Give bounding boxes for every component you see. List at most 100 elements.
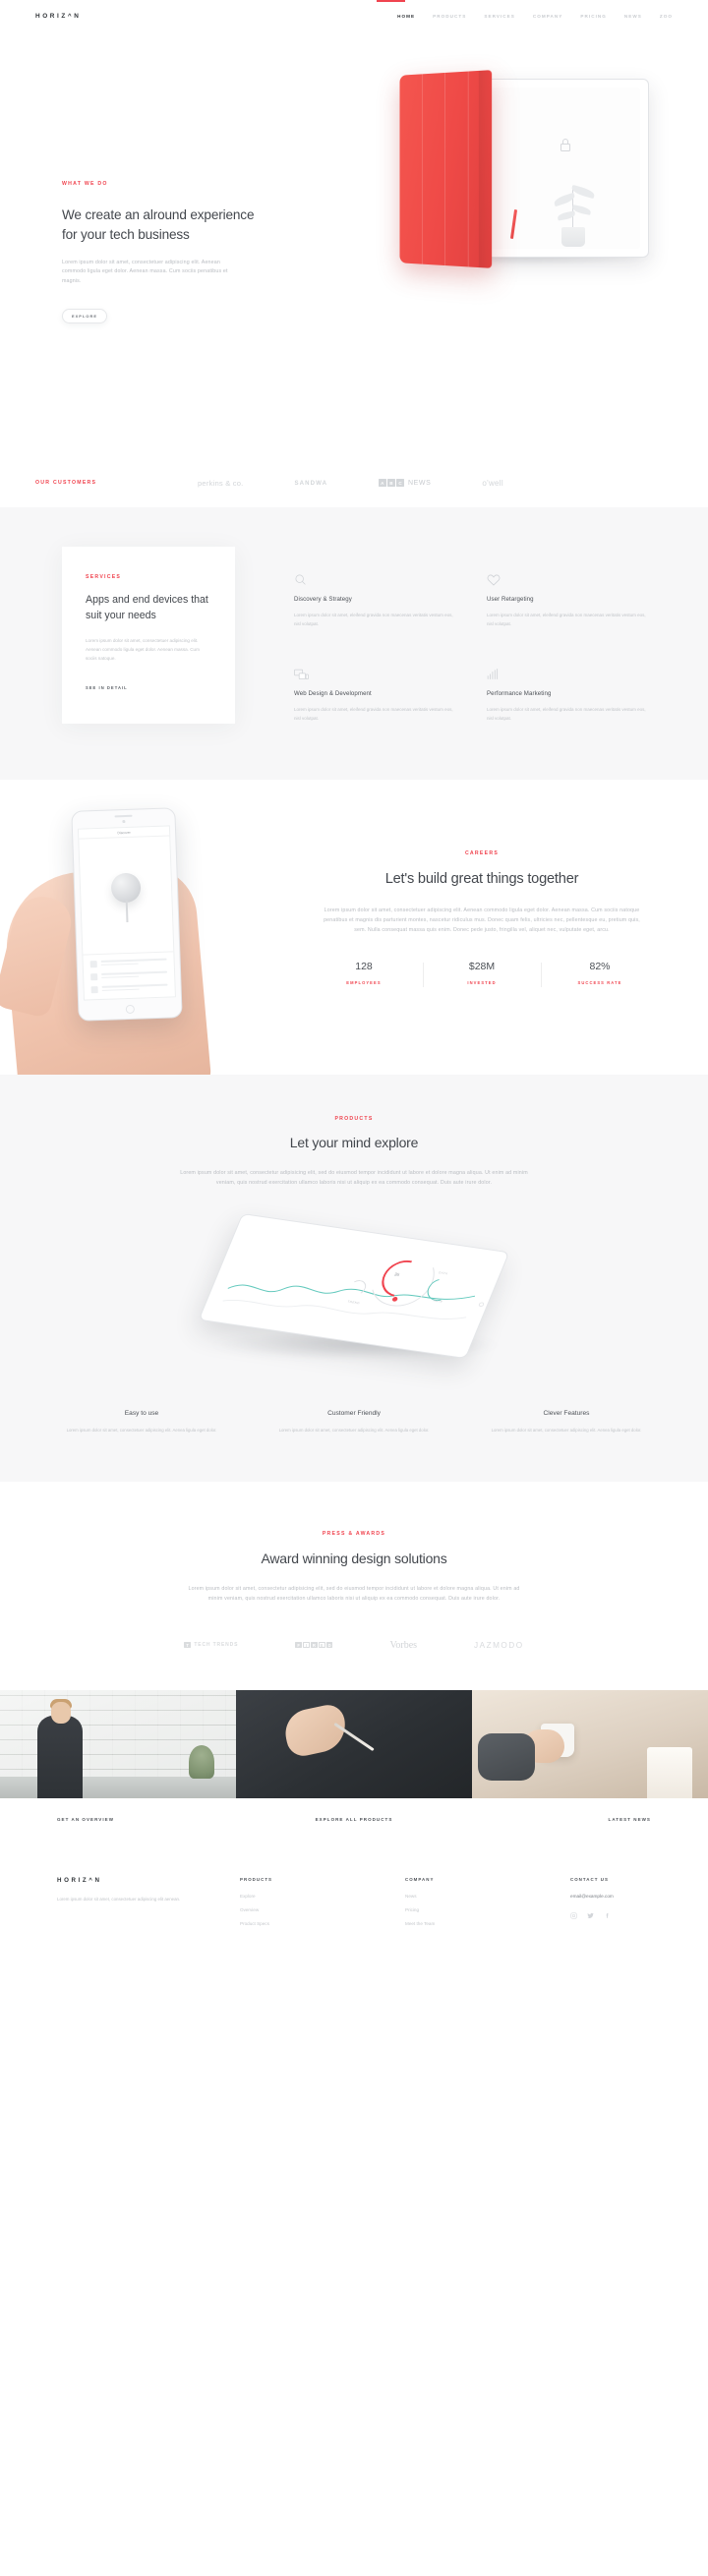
fired-letter: F: [295, 1641, 302, 1649]
stat-value: 128: [355, 961, 373, 973]
hero-tablet-illustration: [385, 70, 680, 268]
hero-eyebrow: WHAT WE DO: [62, 181, 108, 187]
services-grid: Discovery & Strategy Lorem ipsum dolor s…: [235, 552, 646, 729]
footer-brand: HORIZ^N Lorem ipsum dolor sit amet, cons…: [57, 1877, 240, 1935]
service-item-webdesign: Web Design & Development Lorem ipsum dol…: [294, 668, 453, 729]
feature-easy-to-use: Easy to use Lorem ipsum dolor sit amet, …: [35, 1410, 248, 1434]
product-features-row: Easy to use Lorem ipsum dolor sit amet, …: [0, 1410, 708, 1434]
nav-item-home[interactable]: HOME: [397, 14, 415, 19]
award-logo-row: T TECH TRENDS F I R E D Vorbes JAZMODO: [0, 1640, 708, 1651]
phone-product-image: [110, 872, 142, 904]
tablet-screen: [491, 88, 640, 249]
footer-column-contact: CONTACT US email@example.com: [570, 1877, 614, 1935]
services-paragraph: Lorem ipsum dolor sit amet, consectetuer…: [86, 638, 200, 662]
services-eyebrow: SERVICES: [86, 574, 122, 580]
service-text: Lorem ipsum dolor sit amet, eleifend gra…: [487, 613, 646, 626]
nav-item-services[interactable]: SERVICES: [484, 14, 515, 19]
cta-explore-all-products[interactable]: EXPLORE ALL PRODUCTS: [255, 1817, 452, 1822]
footer-link-pricing[interactable]: Pricing: [405, 1907, 570, 1912]
customers-section: OUR CUSTOMERS perkins & co. SANDWA A B C…: [0, 458, 708, 507]
service-title: Discovery & Strategy: [294, 596, 352, 603]
feature-customer-friendly: Customer Friendly Lorem ipsum dolor sit …: [248, 1410, 460, 1434]
phone-device: Discover: [71, 807, 183, 1022]
photo-workshop[interactable]: [0, 1689, 236, 1798]
careers-paragraph: Lorem ipsum dolor sit amet, consectetuer…: [324, 907, 640, 933]
footer-logo[interactable]: HORIZ^N: [57, 1877, 240, 1884]
stat-success-rate: 82% SUCCESS RATE: [541, 961, 659, 988]
nav-item-zoo[interactable]: ZOO: [660, 14, 673, 19]
stat-label: SUCCESS RATE: [577, 980, 622, 986]
careers-section: Discover CAREERS Let's build great thing…: [0, 780, 708, 1076]
careers-heading: Let's build great things together: [384, 871, 579, 888]
press-awards-section: PRESS & AWARDS Award winning design solu…: [0, 1482, 708, 1690]
customer-logo-list: perkins & co. SANDWA A B C NEWS o'well: [198, 479, 503, 488]
products-paragraph: Lorem ipsum dolor sit amet, consectetur …: [180, 1170, 528, 1186]
facebook-icon[interactable]: [604, 1912, 611, 1919]
footer-link-overview[interactable]: Overview: [240, 1907, 405, 1912]
site-logo[interactable]: HORIZ^N: [35, 13, 81, 20]
tech-trends-mark: T: [184, 1641, 191, 1649]
twitter-icon[interactable]: [587, 1912, 594, 1919]
social-links: [570, 1911, 614, 1919]
abc-letter-c: C: [396, 479, 404, 487]
photo-coffee[interactable]: [472, 1689, 708, 1798]
products-eyebrow: PRODUCTS: [334, 1116, 374, 1123]
cta-get-an-overview[interactable]: GET AN OVERVIEW: [35, 1817, 255, 1822]
footer-link-list: News Pricing Meet the Team: [405, 1894, 570, 1926]
services-card: SERVICES Apps and end devices that suit …: [62, 547, 235, 725]
press-heading: Award winning design solutions: [261, 1551, 447, 1567]
award-logo-tech-trends: T TECH TRENDS: [184, 1641, 238, 1649]
nav-item-pricing[interactable]: PRICING: [580, 14, 607, 19]
stat-employees: 128 EMPLOYEES: [305, 961, 423, 985]
explore-button[interactable]: EXPLORE: [62, 309, 107, 324]
award-logo-jazmodo: JAZMODO: [474, 1640, 524, 1650]
customer-logo-owell: o'well: [482, 478, 503, 488]
top-bar: HORIZ^N HOME PRODUCTS SERVICES COMPANY P…: [0, 0, 708, 26]
nav-item-company[interactable]: COMPANY: [533, 14, 563, 19]
fired-letter: R: [311, 1641, 318, 1649]
stat-value: $28M: [468, 961, 496, 973]
feature-clever-features: Clever Features Lorem ipsum dolor sit am…: [460, 1410, 673, 1434]
nav-item-news[interactable]: NEWS: [624, 14, 642, 19]
award-logo-fired: F I R E D: [295, 1641, 333, 1649]
footer-link-news[interactable]: News: [405, 1894, 570, 1899]
cta-row: GET AN OVERVIEW EXPLORE ALL PRODUCTS LAT…: [0, 1798, 708, 1842]
footer-email[interactable]: email@example.com: [570, 1894, 614, 1899]
phone-list-item: [90, 984, 168, 994]
tablet-cover: [399, 70, 493, 268]
press-eyebrow: PRESS & AWARDS: [322, 1531, 386, 1538]
customer-logo-sandwa: SANDWA: [294, 479, 328, 487]
lock-icon: [560, 139, 570, 151]
footer-link-meet-the-team[interactable]: Meet the Team: [405, 1921, 570, 1926]
see-in-detail-link[interactable]: SEE IN DETAIL: [86, 685, 128, 690]
phone-list: [83, 951, 175, 1000]
careers-copy: CAREERS Let's build great things togethe…: [305, 850, 659, 988]
customer-logo-perkins: perkins & co.: [198, 478, 244, 488]
site-footer: HORIZ^N Lorem ipsum dolor sit amet, cons…: [0, 1842, 708, 1968]
service-item-retargeting: User Retargeting Lorem ipsum dolor sit a…: [487, 573, 646, 634]
phone-list-item: [90, 971, 168, 981]
phone-camera-icon: [122, 820, 126, 823]
footer-column-products: PRODUCTS Explore Overview Product Specs: [240, 1877, 405, 1935]
dashboard-label-a: DATA: [438, 1270, 449, 1276]
footer-tagline: Lorem ipsum dolor sit amet, consectetuer…: [57, 1896, 181, 1902]
fired-letter: I: [303, 1641, 310, 1649]
bar-chart-icon: [487, 668, 646, 681]
photo-sketching[interactable]: [236, 1689, 472, 1798]
phone-screen: Discover: [77, 825, 176, 1001]
service-text: Lorem ipsum dolor sit amet, eleifend gra…: [294, 613, 453, 626]
instagram-icon[interactable]: [570, 1911, 577, 1919]
customer-logo-abc-news: A B C NEWS: [379, 479, 431, 487]
customers-eyebrow: OUR CUSTOMERS: [35, 480, 97, 486]
phone-product-stand: [125, 901, 129, 923]
hero-section: WHAT WE DO We create an alround experien…: [0, 26, 708, 458]
navigation-bar: HORIZ^N HOME PRODUCTS SERVICES COMPANY P…: [0, 0, 708, 20]
feature-text: Lorem ipsum dolor sit amet, consectetuer…: [278, 1427, 430, 1433]
footer-link-product-specs[interactable]: Product Specs: [240, 1921, 405, 1926]
service-title: Performance Marketing: [487, 690, 552, 698]
hero-heading: We create an alround experience for your…: [62, 207, 255, 242]
cta-latest-news[interactable]: LATEST NEWS: [453, 1817, 673, 1822]
nav-item-products[interactable]: PRODUCTS: [433, 14, 466, 19]
products-heading: Let your mind explore: [289, 1135, 419, 1151]
footer-link-explore[interactable]: Explore: [240, 1894, 405, 1899]
